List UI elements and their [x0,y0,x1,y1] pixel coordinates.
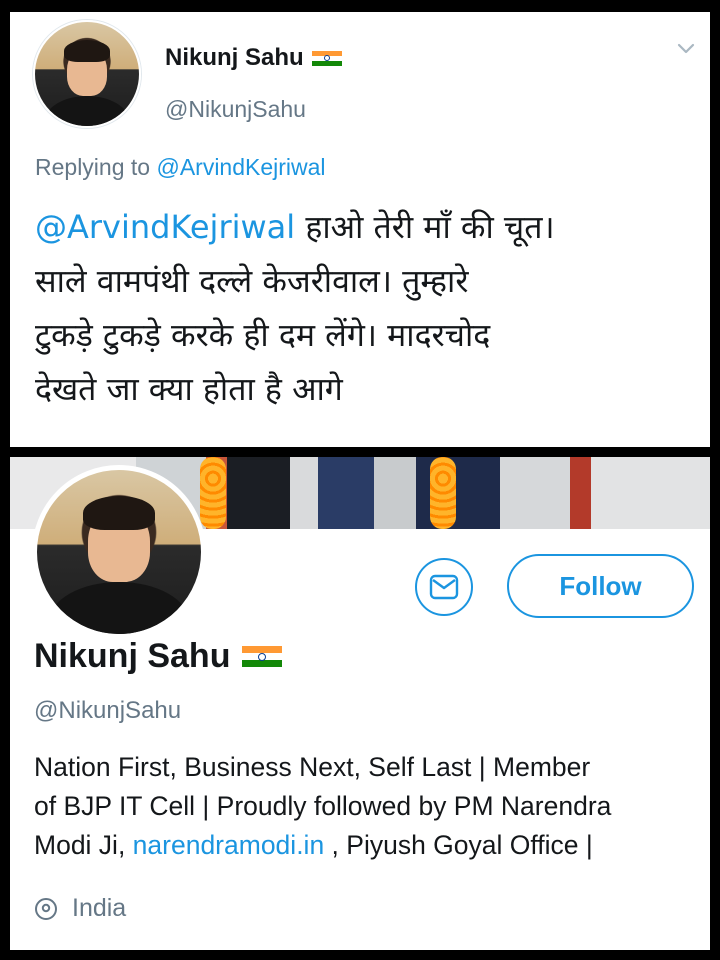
replying-to-line: Replying to @ArvindKejriwal [35,154,326,181]
bio-website-link[interactable]: narendramodi.in [133,830,325,860]
tweet-card: Nikunj Sahu @NikunjSahu Replying to @Arv… [10,12,710,447]
profile-name: Nikunj Sahu [34,637,231,675]
envelope-icon [429,574,459,600]
bio-line-3-suffix: , Piyush Goyal Office | [324,830,593,860]
tweet-text-line-3: टुकड़े टुकड़े करके ही दम लेंगे। मादरचोद [35,316,491,354]
location-pin-icon [35,897,57,920]
replying-prefix: Replying to [35,154,151,180]
profile-bio: Nation First, Business Next, Self Last |… [34,748,694,865]
bio-line-3-prefix: Modi Ji, [34,830,133,860]
profile-handle: @NikunjSahu [34,697,182,724]
tweet-text-line-4: देखते जा क्या होता है आगे [35,370,343,408]
location-text: India [72,894,127,922]
tweet-author-handle[interactable]: @NikunjSahu [165,96,306,123]
tweet-text: @ArvindKejriwal हाओ तेरी माँ की चूत। साल… [35,200,700,416]
tweet-mention-link[interactable]: @ArvindKejriwal [35,208,295,246]
replying-to-link[interactable]: @ArvindKejriwal [156,154,325,180]
tweet-text-line-2: साले वामपंथी दल्ले केजरीवाल। तुम्हारे [35,262,469,300]
follow-button[interactable]: Follow [507,554,694,618]
india-flag-icon [242,646,283,667]
tweet-avatar[interactable] [33,20,141,128]
profile-card: Follow Nikunj Sahu @NikunjSahu Nation Fi… [10,457,710,950]
tweet-author-line: Nikunj Sahu [165,44,342,72]
tweet-author-name[interactable]: Nikunj Sahu [165,44,304,72]
bio-line-3: Modi Ji, narendramodi.in , Piyush Goyal … [34,826,694,865]
bio-line-1: Nation First, Business Next, Self Last |… [34,752,591,782]
chevron-down-icon[interactable] [677,42,695,56]
tweet-text-line-1: @ArvindKejriwal हाओ तेरी माँ की चूत। [35,200,700,254]
message-button[interactable] [415,558,473,616]
bio-line-2: of BJP IT Cell | Proudly followed by PM … [34,791,612,821]
profile-location: India [34,894,126,923]
profile-name-line: Nikunj Sahu [34,637,283,676]
profile-avatar[interactable] [32,465,206,639]
india-flag-icon [311,50,342,66]
tweet-text-line-1-rest: हाओ तेरी माँ की चूत। [295,208,555,246]
